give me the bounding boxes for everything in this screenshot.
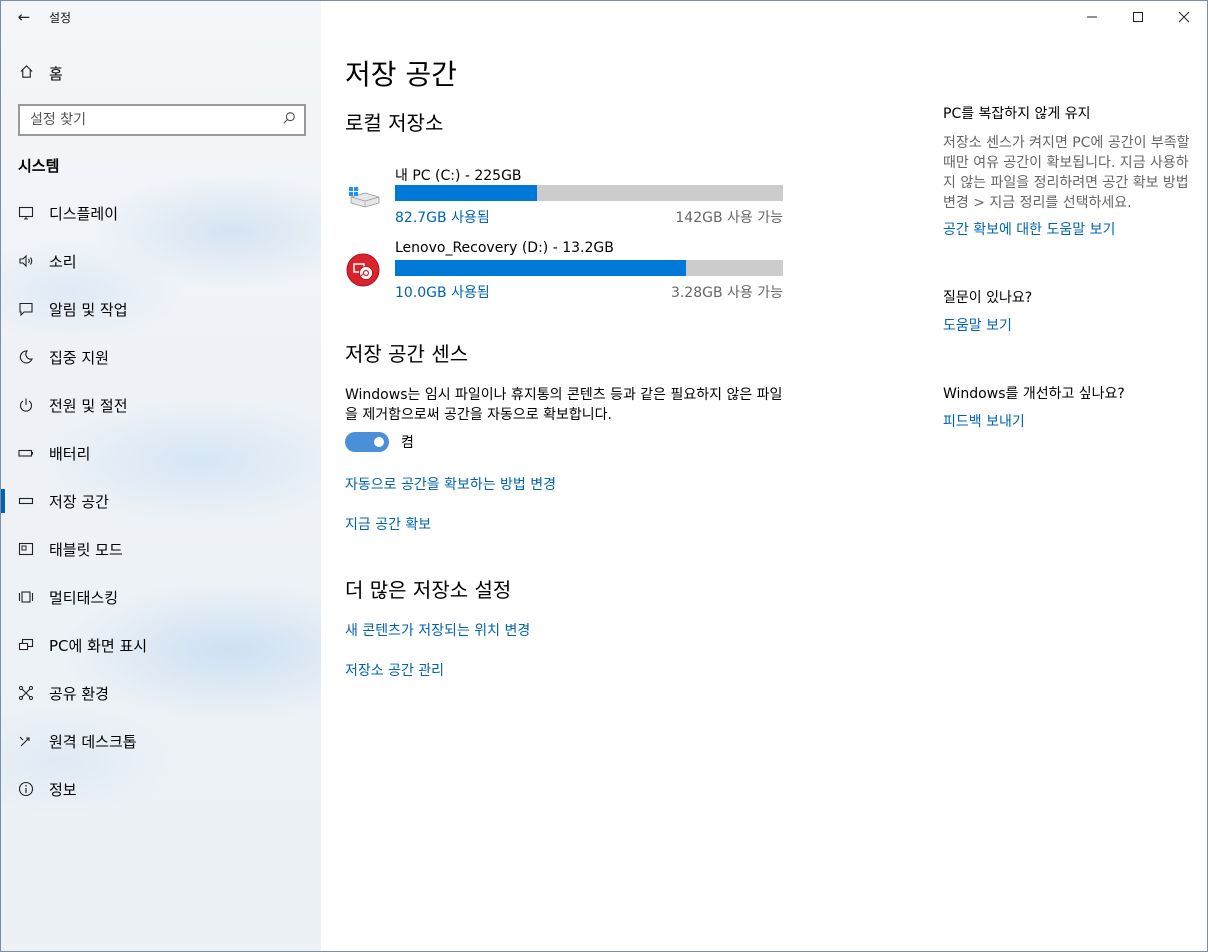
close-button[interactable] [1161,1,1207,33]
sidebar-item-label: 소리 [49,252,77,271]
drive-name: Lenovo_Recovery (D:) - 13.2GB [395,240,614,256]
maximize-icon [1133,12,1143,22]
storage-sense-heading: 저장 공간 센스 [345,342,469,366]
info-icon [18,781,49,797]
sidebar-item-label: 원격 데스크톱 [49,732,137,751]
window-controls [1069,1,1207,33]
search-box[interactable] [18,104,306,136]
power-icon [18,397,49,413]
related-column: PC를 복잡하지 않게 유지 저장소 센스가 켜지면 PC에 공간이 부족할 때… [943,103,1193,431]
sidebar-item-label: 디스플레이 [49,204,119,223]
speaker-icon [18,253,49,269]
sidebar-item-tablet[interactable]: 태블릿 모드 [1,525,321,573]
battery-icon [18,445,49,461]
change-auto-free-link[interactable]: 자동으로 공간을 확보하는 방법 변경 [345,474,556,494]
drive-d[interactable]: Lenovo_Recovery (D:) - 13.2GB 10.0GB 사용됨… [345,240,785,302]
drive-name: 내 PC (C:) - 225GB [395,168,522,184]
give-feedback-link[interactable]: 피드백 보내기 [943,411,1193,431]
page-title: 저장 공간 [345,58,457,91]
windows-drive-icon [345,177,381,213]
multitask-icon [18,589,49,605]
change-save-location-link[interactable]: 새 콘텐츠가 저장되는 위치 변경 [345,620,530,640]
sidebar-item-multitasking[interactable]: 멀티태스킹 [1,573,321,621]
sidebar: ← 설정 홈 시스템 디스플레이 소리 [1,1,321,951]
sidebar-item-sound[interactable]: 소리 [1,237,321,285]
drive-free-text: 3.28GB 사용 가능 [670,285,783,301]
sidebar-item-label: 정보 [49,780,77,799]
remote-icon [18,733,49,749]
sidebar-item-label: 집중 지원 [49,348,109,367]
questions-heading: 질문이 있나요? [943,290,1033,306]
free-space-help-link[interactable]: 공간 확보에 대한 도움말 보기 [943,219,1193,239]
storage-sense-toggle-row: 켬 [345,432,414,452]
notification-icon [18,301,49,317]
drive-free-text: 142GB 사용 가능 [675,210,783,226]
back-button[interactable]: ← [1,1,47,33]
recovery-drive-icon [345,252,381,288]
sidebar-item-project[interactable]: PC에 화면 표시 [1,621,321,669]
storage-icon [18,493,49,509]
improve-windows-heading: Windows를 개선하고 싶나요? [943,386,1125,402]
moon-icon [18,349,49,365]
storage-sense-description: Windows는 임시 파일이나 휴지통의 콘텐츠 등과 같은 필요하지 않은 … [345,387,783,423]
share-icon [18,685,49,701]
sidebar-item-power[interactable]: 전원 및 절전 [1,381,321,429]
toggle-state-label: 켬 [401,435,414,451]
back-arrow-icon: ← [17,8,31,26]
section-heading: 시스템 [18,157,60,175]
sidebar-item-label: 멀티태스킹 [49,588,119,607]
drive-used-text: 82.7GB 사용됨 [395,210,490,226]
sidebar-item-storage[interactable]: 저장 공간 [1,477,321,525]
sidebar-item-label: 공유 환경 [49,684,109,703]
minimize-icon [1087,16,1097,18]
maximize-button[interactable] [1115,1,1161,33]
sidebar-item-label: 배터리 [49,444,91,463]
sidebar-item-home[interactable]: 홈 [1,57,321,89]
storage-sense-toggle[interactable] [345,432,389,452]
search-input[interactable] [30,112,270,128]
minimize-button[interactable] [1069,1,1115,33]
project-icon [18,637,49,653]
sidebar-item-label: 전원 및 절전 [49,396,128,415]
sidebar-item-label: PC에 화면 표시 [49,636,148,655]
sidebar-item-label: 저장 공간 [49,492,109,511]
sidebar-item-notifications[interactable]: 알림 및 작업 [1,285,321,333]
drive-c[interactable]: 내 PC (C:) - 225GB 82.7GB 사용됨 142GB 사용 가능 [345,165,785,227]
sidebar-item-shared[interactable]: 공유 환경 [1,669,321,717]
close-icon [1178,11,1190,23]
drive-usage-fill [395,185,538,201]
sidebar-item-label: 홈 [49,64,63,83]
drive-usage-bar [395,185,783,201]
app-title: 설정 [49,10,72,25]
main-content: 저장 공간 로컬 저장소 내 PC (C:) - 225GB 82.7GB 사용… [321,1,1207,951]
home-icon [19,64,49,83]
drive-usage-fill [395,260,686,276]
sidebar-item-about[interactable]: 정보 [1,765,321,813]
tablet-icon [18,541,49,557]
settings-window: ← 설정 홈 시스템 디스플레이 소리 [0,0,1208,952]
drive-used-text: 10.0GB 사용됨 [395,285,490,301]
keep-pc-heading: PC를 복잡하지 않게 유지 [943,106,1091,122]
drive-usage-bar [395,260,783,276]
sidebar-item-label: 알림 및 작업 [49,300,128,319]
more-storage-settings-heading: 더 많은 저장소 설정 [345,578,512,602]
search-icon[interactable] [282,111,296,129]
monitor-icon [18,205,49,221]
sidebar-item-display[interactable]: 디스플레이 [1,189,321,237]
sidebar-item-battery[interactable]: 배터리 [1,429,321,477]
nav-list: 디스플레이 소리 알림 및 작업 집중 지원 전원 및 절전 배터리 저장 공간… [1,189,321,813]
local-storage-heading: 로컬 저장소 [345,111,444,135]
sidebar-item-label: 태블릿 모드 [49,540,123,559]
free-space-now-link[interactable]: 지금 공간 확보 [345,514,431,534]
sidebar-item-remote-desktop[interactable]: 원격 데스크톱 [1,717,321,765]
get-help-link[interactable]: 도움말 보기 [943,315,1193,335]
manage-storage-spaces-link[interactable]: 저장소 공간 관리 [345,660,444,680]
title-bar: ← 설정 [1,1,321,33]
keep-pc-text: 저장소 센스가 켜지면 PC에 공간이 부족할 때만 여유 공간이 확보됩니다.… [943,135,1190,211]
sidebar-item-focus-assist[interactable]: 집중 지원 [1,333,321,381]
